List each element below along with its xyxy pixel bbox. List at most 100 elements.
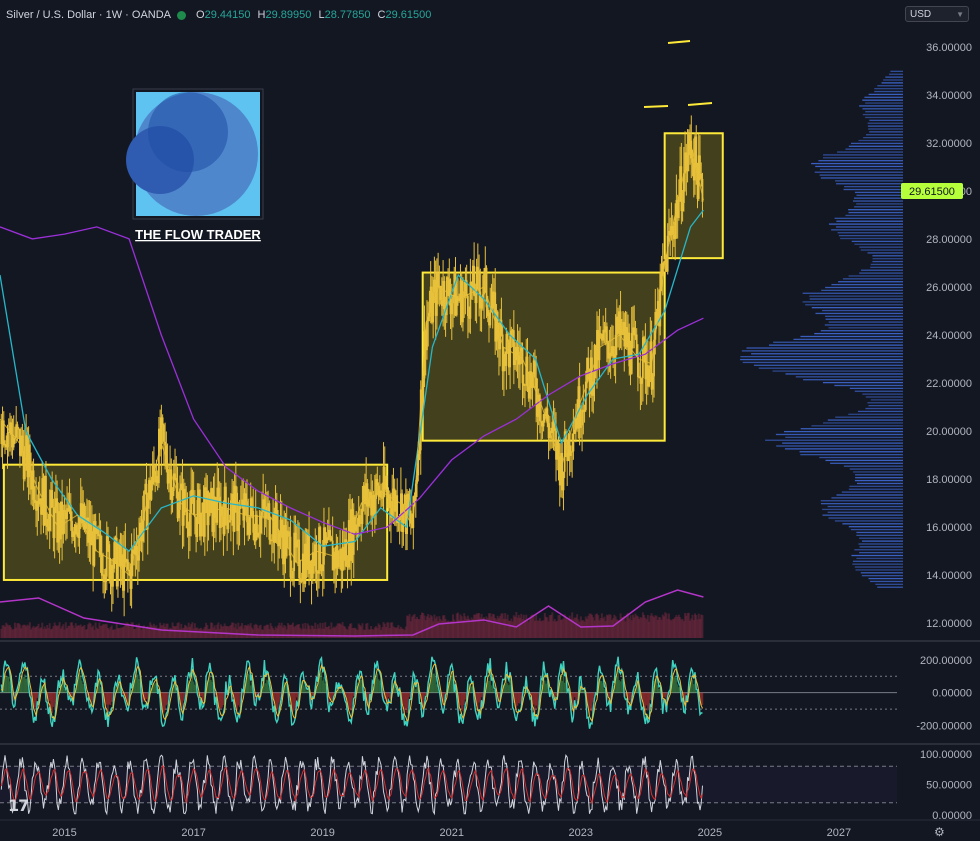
profile-bar [861, 269, 903, 271]
high-value: 29.89950 [265, 9, 312, 21]
candle-body [367, 499, 370, 507]
profile-bar [842, 278, 903, 280]
candle-body [189, 512, 191, 536]
candle-body [228, 520, 231, 523]
profile-bar [773, 341, 903, 343]
candle-body [489, 312, 492, 326]
y-tick-label: 20.00000 [926, 426, 972, 438]
candle-body [432, 292, 435, 323]
profile-bar [854, 566, 903, 568]
profile-bar [793, 338, 903, 341]
profile-bar [848, 209, 903, 211]
profile-bar [849, 468, 903, 470]
candle-body [227, 522, 230, 530]
candle-body [185, 509, 188, 513]
candle-body [606, 326, 608, 343]
candle-body [45, 475, 47, 520]
candle-body [524, 384, 526, 386]
candle-body [486, 307, 489, 317]
profile-bar [811, 162, 903, 165]
candle-body [84, 523, 87, 530]
candle-body [321, 564, 324, 572]
symbol-title[interactable]: Silver / U.S. Dollar · 1W · OANDA [6, 9, 171, 21]
x-tick-label: 2023 [569, 827, 593, 839]
candle-body [208, 493, 211, 516]
profile-bar [740, 356, 903, 358]
candle-body [171, 491, 174, 501]
y-tick-label: 12.00000 [926, 618, 972, 630]
candle-body [552, 421, 555, 429]
stoch-tick-label: 50.00000 [926, 780, 972, 792]
profile-bar [890, 70, 903, 73]
candle-body [373, 498, 376, 515]
profile-bar [842, 523, 903, 525]
candle-body [689, 134, 691, 141]
candle-body [450, 303, 453, 315]
candle-body [628, 332, 631, 367]
profile-bar [872, 260, 903, 263]
tradingview-logo-icon[interactable]: 17 [8, 796, 29, 815]
candle-body [200, 512, 202, 537]
profile-bar [819, 456, 903, 459]
candle-body [51, 490, 54, 508]
candle-body [571, 451, 574, 453]
profile-bar [822, 508, 903, 511]
currency-value: USD [910, 9, 932, 20]
candle-body [583, 409, 586, 413]
candle-body [100, 554, 103, 576]
profile-bar [885, 76, 903, 78]
profile-bar [856, 534, 903, 536]
profile-bar [868, 128, 903, 130]
profile-bar [843, 465, 903, 467]
profile-bar [863, 136, 903, 139]
profile-bar [823, 154, 903, 156]
candle-body [516, 346, 519, 356]
candle-body [221, 506, 224, 516]
candle-body [572, 433, 575, 452]
profile-bar [848, 526, 903, 528]
candle-body [104, 576, 107, 583]
chart-canvas[interactable]: 200.00000 0.00000 -200.00000 100.00000 50.0… [0, 0, 980, 841]
candle-body [12, 438, 15, 448]
profile-bar [815, 165, 903, 168]
profile-bar [834, 217, 903, 219]
profile-bar [828, 321, 903, 323]
candle-body [681, 203, 684, 212]
profile-bar [814, 332, 903, 335]
profile-bar [862, 540, 903, 542]
candle-body [248, 516, 251, 535]
profile-bar [872, 258, 903, 260]
candle-body [337, 558, 340, 568]
profile-bar [831, 497, 903, 499]
profile-bar [859, 246, 903, 248]
profile-bar [822, 157, 903, 159]
candle-body [6, 432, 9, 448]
candle-body [587, 357, 590, 370]
candle-body [329, 529, 332, 538]
candle-body [651, 376, 654, 390]
profile-bar [840, 237, 903, 240]
close-value: 29.61500 [385, 9, 432, 21]
candle-body [295, 540, 298, 548]
candle-body [300, 580, 303, 582]
low-value: 28.77850 [324, 9, 371, 21]
profile-bar [859, 551, 903, 554]
candle-body [99, 534, 102, 555]
candle-body [700, 173, 703, 179]
profile-bar [805, 304, 903, 306]
candle-body [695, 136, 698, 168]
profile-bar [858, 543, 903, 545]
profile-bar [844, 185, 903, 188]
profile-bar [843, 188, 903, 191]
currency-selector[interactable]: USD ▼ [905, 6, 969, 22]
candle-body [259, 515, 262, 533]
candle-body [292, 570, 294, 579]
profile-bar [855, 569, 903, 571]
profile-bar [859, 272, 903, 274]
settings-gear-icon[interactable]: ⚙ [934, 825, 945, 839]
candle-body [246, 501, 248, 523]
profile-bar [867, 125, 903, 127]
x-tick-label: 2025 [698, 827, 722, 839]
candle-body [391, 500, 394, 518]
candle-body [225, 486, 227, 510]
